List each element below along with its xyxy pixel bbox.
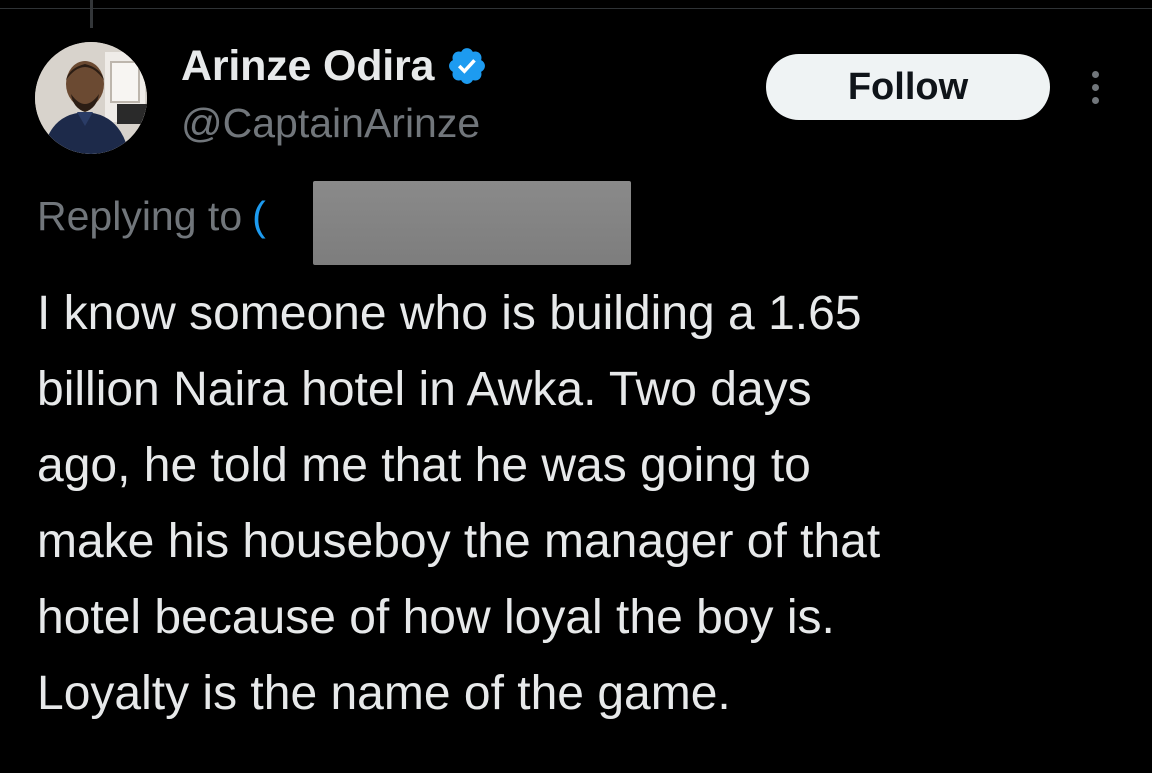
replying-to-label: Replying to <box>37 192 243 239</box>
avatar[interactable] <box>35 42 147 154</box>
tweet-text-line: Loyalty is the name of the game. <box>37 667 731 720</box>
tweet-text: I know someone who is building a 1.65 bi… <box>37 276 1127 732</box>
more-options-icon[interactable] <box>1080 64 1110 110</box>
tweet-text-line: ago, he told me that he was going to <box>37 439 811 492</box>
replying-to-row: Replying to ( <box>37 188 266 244</box>
author-name[interactable]: Arinze Odira <box>181 42 434 91</box>
tweet-text-line: make his houseboy the manager of that <box>37 515 881 568</box>
profile-photo <box>35 42 147 154</box>
author-handle[interactable]: @CaptainArinze <box>181 100 480 147</box>
tweet-text-line: billion Naira hotel in Awka. Two days <box>37 363 812 416</box>
tweet-text-line: hotel because of how loyal the boy is. <box>37 591 835 644</box>
tweet: Arinze Odira @CaptainArinze Follow Reply… <box>0 0 1152 773</box>
replying-to-mention[interactable]: ( <box>252 193 266 240</box>
follow-button[interactable]: Follow <box>766 54 1050 120</box>
verified-badge-icon[interactable] <box>446 45 488 87</box>
author-name-row[interactable]: Arinze Odira <box>181 40 488 92</box>
tweet-text-line: I know someone who is building a 1.65 <box>37 287 862 340</box>
redaction-box <box>313 181 631 265</box>
